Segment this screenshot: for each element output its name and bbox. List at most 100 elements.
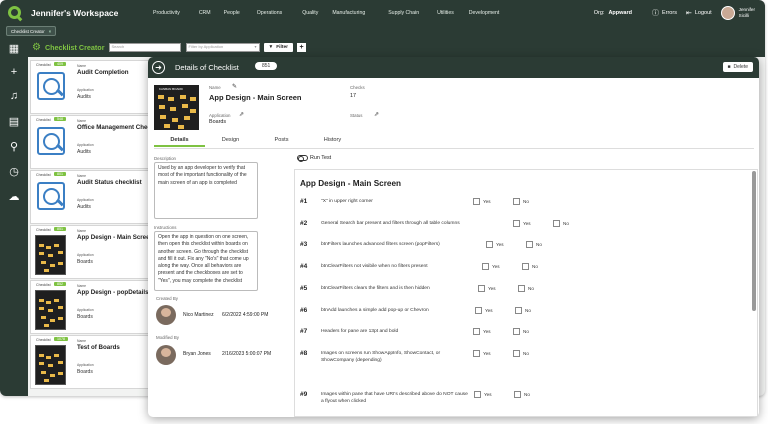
detail-tabs: Details Design Posts History [154,137,358,147]
search-input[interactable]: Search [108,43,181,52]
yes-checkbox[interactable] [486,241,493,248]
errors-button[interactable]: ⓘ Errors [652,8,677,18]
yes-checkbox[interactable] [478,285,485,292]
item-text: btnClearFilters clears the filters and i… [321,286,430,291]
no-checkbox[interactable] [513,350,520,357]
nav-item-people[interactable]: People [224,10,240,16]
item-number: #4 [300,263,308,270]
application-filter-select[interactable]: Filter by Application ▾ [185,43,260,52]
filter-button[interactable]: ▼ Filter [263,43,293,52]
tab-checklist-creator[interactable]: Checklist Creator × [6,26,57,36]
plus-icon[interactable]: + [7,66,21,78]
application-value: Audits [77,94,91,100]
item-text: Images on screens run ShowAppInfo, ShowC… [321,351,441,363]
no-checkbox[interactable] [526,241,533,248]
no-checkbox[interactable] [513,198,520,205]
checklist-name: App Design - Main Screen [77,234,154,241]
org-label: Org: [593,9,605,16]
checklist-name: Audit Status checklist [77,179,142,186]
no-checkbox[interactable] [514,391,521,398]
nav-item-development[interactable]: Development [469,10,500,16]
nav-item-quality[interactable]: Quality [302,10,318,16]
delete-button[interactable]: ■ Delete [722,62,753,72]
user-name[interactable]: Jennifer Sicilli [739,7,755,18]
no-checkbox[interactable] [553,220,560,227]
no-checkbox[interactable] [515,307,522,314]
detail-title: Details of Checklist [175,63,239,72]
grid-icon[interactable]: ▦ [7,42,21,55]
workspace-title: Jennifer's Workspace [31,7,119,18]
name-label: Name [77,229,87,233]
org-selector[interactable]: Org: Appward [594,10,632,16]
description-field[interactable]: Used by an app developer to verify that … [154,162,258,219]
yes-checkbox[interactable] [513,220,520,227]
yes-checkbox[interactable] [475,307,482,314]
bell-icon[interactable]: ♫ [7,90,21,102]
close-icon[interactable]: × [49,29,52,34]
top-bar: Jennifer's Workspace Productivity CRM Peop… [0,0,765,25]
kanban-thumbnail [35,290,66,330]
run-icon[interactable]: ⚲ [7,140,21,153]
yes-checkbox[interactable] [482,263,489,270]
checks-value: 17 [350,93,356,99]
checklist-row: #3 btnFilters launches advanced filters s… [300,238,740,254]
creator-avatar [156,305,176,325]
thumbnail-caption: KANBAN BOARD [159,87,183,91]
checklist-id-badge: 851 [54,227,66,231]
checklist-id-badge: 801 [54,172,66,176]
item-text: btnClearFilters not visibile when no fil… [321,264,428,269]
nav-item-productivity[interactable]: Productivity [153,10,180,16]
yes-checkbox[interactable] [473,198,480,205]
item-number: #7 [300,328,308,335]
chat-icon[interactable]: ▤ [7,115,21,128]
instructions-field[interactable]: Open the app in question on one screen, … [154,231,258,291]
nav-item-utilities[interactable]: Utilities [437,10,454,16]
no-label: No [563,221,569,226]
user-last-name: Sicilli [738,12,750,18]
user-first-name: Jennifer [738,7,755,12]
yes-checkbox[interactable] [474,391,481,398]
back-arrow-icon[interactable]: ➜ [152,61,165,74]
no-checkbox[interactable] [513,328,520,335]
nav-item-manufacturing[interactable]: Manufacturing [332,10,365,16]
checklist-id-badge: 409 [54,62,66,66]
application-value: Audits [77,149,91,155]
add-checklist-button[interactable]: + [296,43,306,52]
description-label: Description [154,156,176,161]
yes-checkbox[interactable] [473,350,480,357]
yes-label: Yes [485,308,493,313]
kanban-thumbnail [35,235,66,275]
checklist-row: #6 btnAdd launches a simple add pop-up or… [300,304,740,320]
checklist-label: Checklist [36,173,51,177]
tab-history[interactable]: History [307,137,358,147]
tab-design[interactable]: Design [205,137,256,147]
application-label: Application [77,253,94,257]
yes-checkbox[interactable] [473,328,480,335]
run-test-toggle[interactable]: Run Test [297,155,331,162]
pencil-icon[interactable]: ✎ [232,83,237,90]
clock-icon[interactable]: ◷ [7,165,21,178]
name-label: Name [77,284,87,288]
tab-posts[interactable]: Posts [256,137,307,147]
cloud-upload-icon[interactable]: ☁ [7,190,21,203]
nav-item-crm[interactable]: CRM [199,10,211,16]
external-link-icon[interactable]: ⇗ [374,111,379,118]
checklist-row: #1 "X" in upper right corner Yes No [300,195,740,211]
user-avatar[interactable] [720,5,735,20]
logout-button[interactable]: ⇤ Logout [686,9,712,17]
no-checkbox[interactable] [518,285,525,292]
app-logo-icon[interactable] [8,6,21,19]
external-link-icon[interactable]: ⇗ [239,111,244,118]
no-label: No [523,199,529,204]
nav-item-supply-chain[interactable]: Supply Chain [388,10,419,16]
created-date: 6/2/2022 4:59:00 PM [222,312,269,318]
no-checkbox[interactable] [522,263,529,270]
nav-item-operations[interactable]: Operations [257,10,282,16]
checklist-id-badge: 851 [255,62,278,70]
yes-label: Yes [492,264,500,269]
application-label: Application [209,113,231,118]
scrollbar[interactable] [752,171,756,311]
yes-label: Yes [483,351,491,356]
no-label: No [523,351,529,356]
tab-details[interactable]: Details [154,137,205,147]
